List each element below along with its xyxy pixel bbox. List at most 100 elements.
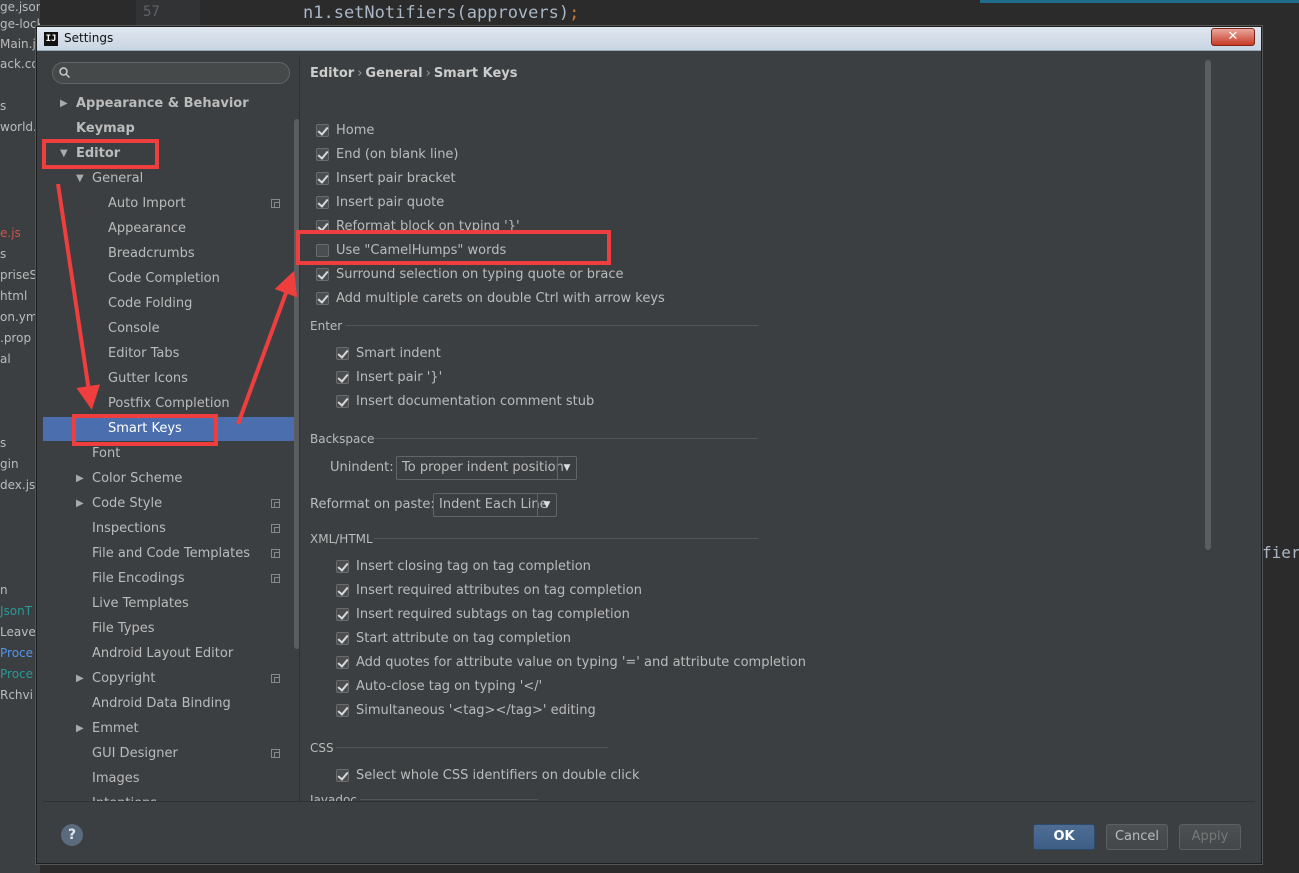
background-file-item: Rchvi: [0, 688, 33, 702]
checkbox-checked[interactable]: [316, 196, 329, 209]
option-label: End (on blank line): [336, 147, 459, 162]
sidebar-item-code-folding[interactable]: Code Folding: [43, 292, 299, 316]
sidebar-item-appearance-behavior[interactable]: ▶ Appearance & Behavior: [43, 92, 299, 116]
annotation-box-surround-option: [296, 230, 611, 265]
sidebar-item-general[interactable]: ▼ General: [43, 167, 299, 191]
sidebar-item-keymap[interactable]: Keymap: [43, 117, 299, 141]
checkbox-checked[interactable]: [336, 560, 349, 573]
background-file-item: gin: [0, 457, 19, 471]
checkbox-checked[interactable]: [336, 656, 349, 669]
cancel-button[interactable]: Cancel: [1106, 824, 1168, 850]
settings-dialog: IJ Settings ✕ ▶ Appearance & Behavior Keym…: [36, 26, 1262, 864]
reformat-on-paste-label: Reformat on paste:: [310, 497, 435, 512]
sidebar-item-appearance[interactable]: Appearance: [43, 217, 299, 241]
project-scope-icon: [271, 749, 280, 758]
expand-right-icon[interactable]: ▶: [76, 492, 84, 516]
sidebar-item-postfix-completion[interactable]: Postfix Completion: [43, 392, 299, 416]
sidebar-item-copyright[interactable]: ▶ Copyright: [43, 667, 299, 691]
breadcrumb-item: Editor: [310, 66, 355, 81]
background-file-item: s: [0, 436, 7, 450]
sidebar-item-emmet[interactable]: ▶ Emmet: [43, 717, 299, 741]
sidebar-item-live-templates[interactable]: Live Templates: [43, 592, 299, 616]
breadcrumb-item: General: [365, 66, 423, 81]
sidebar-item-label: Live Templates: [92, 596, 189, 611]
section-divider: [374, 438, 758, 439]
background-file-item: .prop: [0, 331, 32, 345]
sidebar-item-inspections[interactable]: Inspections: [43, 517, 299, 541]
sidebar-item-label: Copyright: [92, 671, 156, 686]
checkbox-checked[interactable]: [336, 395, 349, 408]
content-scrollbar[interactable]: [1205, 60, 1211, 550]
sidebar-item-label: Inspections: [92, 521, 166, 536]
expand-right-icon[interactable]: ▶: [76, 667, 84, 691]
background-right-code: fier: [1262, 543, 1299, 562]
sidebar-item-breadcrumbs[interactable]: Breadcrumbs: [43, 242, 299, 266]
sidebar-item-file-encodings[interactable]: File Encodings: [43, 567, 299, 591]
sidebar-item-label: Color Scheme: [92, 471, 183, 486]
checkbox-checked[interactable]: [316, 292, 329, 305]
sidebar-item-color-scheme[interactable]: ▶ Color Scheme: [43, 467, 299, 491]
checkbox-checked[interactable]: [336, 704, 349, 717]
close-button[interactable]: ✕: [1211, 28, 1255, 46]
sidebar-item-label: Appearance & Behavior: [76, 96, 249, 111]
dialog-titlebar[interactable]: IJ Settings ✕: [37, 27, 1261, 51]
sidebar-item-file-types[interactable]: File Types: [43, 617, 299, 641]
background-file-item: e.js: [0, 226, 21, 240]
expand-right-icon[interactable]: ▶: [60, 92, 68, 116]
checkbox-checked[interactable]: [316, 124, 329, 137]
smart-keys-panel: Editor › General › Smart Keys Home End (on bl…: [300, 57, 1255, 801]
checkbox-checked[interactable]: [336, 632, 349, 645]
sidebar-item-android-layout-editor[interactable]: Android Layout Editor: [43, 642, 299, 666]
option-label: Insert pair quote: [336, 195, 445, 210]
sidebar-item-code-style[interactable]: ▶ Code Style: [43, 492, 299, 516]
expand-down-icon[interactable]: ▼: [76, 167, 84, 191]
section-enter: Enter: [310, 319, 343, 333]
checkbox-checked[interactable]: [336, 680, 349, 693]
sidebar-item-android-data-binding[interactable]: Android Data Binding: [43, 692, 299, 716]
option-label: Auto-close tag on typing '</': [356, 679, 543, 694]
unindent-dropdown[interactable]: To proper indent position ▼: [396, 456, 577, 480]
sidebar-item-label: Console: [108, 321, 160, 336]
breadcrumb-separator: ›: [357, 66, 363, 81]
sidebar-item-file-and-code-templates[interactable]: File and Code Templates: [43, 542, 299, 566]
settings-search-input[interactable]: [52, 62, 290, 84]
help-button[interactable]: ?: [61, 824, 83, 846]
sidebar-item-gutter-icons[interactable]: Gutter Icons: [43, 367, 299, 391]
checkbox-checked[interactable]: [336, 347, 349, 360]
sidebar-item-auto-import[interactable]: Auto Import: [43, 192, 299, 216]
reformat-on-paste-dropdown[interactable]: Indent Each Line ▼: [433, 493, 557, 517]
option-label: Select whole CSS identifiers on double c…: [356, 768, 640, 783]
checkbox-checked[interactable]: [336, 769, 349, 782]
checkbox-checked[interactable]: [316, 172, 329, 185]
checkbox-checked[interactable]: [316, 268, 329, 281]
project-scope-icon: [271, 574, 280, 583]
option-label: Insert pair bracket: [336, 171, 456, 186]
sidebar-item-console[interactable]: Console: [43, 317, 299, 341]
checkbox-checked[interactable]: [336, 608, 349, 621]
checkbox-checked[interactable]: [316, 148, 329, 161]
background-file-item: dex.jsp: [0, 478, 40, 492]
background-file-item: s: [0, 99, 7, 113]
project-scope-icon: [271, 524, 280, 533]
sidebar-item-images[interactable]: Images: [43, 767, 299, 791]
checkbox-checked[interactable]: [336, 584, 349, 597]
sidebar-item-editor-tabs[interactable]: Editor Tabs: [43, 342, 299, 366]
background-file-item: Leave: [0, 625, 36, 639]
apply-button[interactable]: Apply: [1179, 824, 1241, 850]
sidebar-item-label: General: [92, 171, 144, 186]
sidebar-item-label: File Types: [92, 621, 155, 636]
sidebar-item-gui-designer[interactable]: GUI Designer: [43, 742, 299, 766]
sidebar-item-label: Android Data Binding: [92, 696, 231, 711]
ok-button[interactable]: OK: [1033, 824, 1095, 850]
sidebar-item-code-completion[interactable]: Code Completion: [43, 267, 299, 291]
checkbox-checked[interactable]: [336, 371, 349, 384]
option-label: Insert required subtags on tag completio…: [356, 607, 630, 622]
section-divider: [374, 538, 758, 539]
sidebar-item-label: Images: [92, 771, 140, 786]
annotation-box-editor: [42, 139, 159, 169]
sidebar-item-intentions[interactable]: Intentions: [43, 792, 299, 801]
expand-right-icon[interactable]: ▶: [76, 717, 84, 741]
expand-right-icon[interactable]: ▶: [76, 467, 84, 491]
background-file-item: al: [0, 352, 11, 366]
dropdown-arrow-icon: ▼: [537, 494, 556, 516]
